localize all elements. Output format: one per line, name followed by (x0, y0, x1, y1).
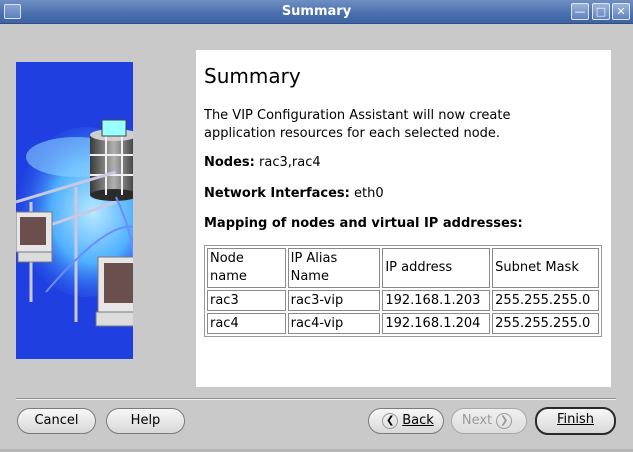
help-label: Help (130, 413, 161, 428)
minimize-icon[interactable]: — (571, 3, 589, 20)
next-button[interactable]: Next ❯ (451, 408, 527, 434)
finish-button[interactable]: Finish (535, 407, 616, 435)
cancel-label: Cancel (34, 413, 79, 428)
cancel-button[interactable]: Cancel (17, 408, 96, 434)
table-header-row: Node name IP Alias Name IP address Subne… (207, 248, 599, 288)
maximize-icon[interactable]: □ (592, 3, 610, 20)
nodes-label: Nodes: (204, 155, 255, 170)
mapping-title: Mapping of nodes and virtual IP addresse… (204, 216, 523, 231)
database-network-illustration (16, 62, 133, 359)
table-row: rac3 rac3-vip 192.168.1.203 255.255.255.… (207, 290, 599, 311)
page-title: Summary (204, 64, 301, 88)
table-cell: rac4 (207, 313, 286, 334)
table-cell: 192.168.1.204 (382, 313, 491, 334)
title-bar: Summary — □ ✕ (0, 0, 633, 24)
table-row: rac4 rac4-vip 192.168.1.204 255.255.255.… (207, 313, 599, 334)
nodes-line: Nodes: rac3,rac4 (204, 155, 321, 170)
chevron-right-icon: ❯ (496, 412, 513, 429)
button-separator (16, 398, 616, 400)
table-cell: rac3 (207, 290, 286, 311)
help-button[interactable]: Help (106, 408, 185, 434)
interfaces-line: Network Interfaces: eth0 (204, 186, 384, 201)
back-button[interactable]: ❮ Back (368, 408, 444, 434)
table-cell: 192.168.1.203 (382, 290, 491, 311)
nodes-value: rac3,rac4 (259, 155, 321, 170)
next-label: Next (461, 413, 493, 428)
interfaces-label: Network Interfaces: (204, 186, 350, 201)
table-cell: rac3-vip (287, 290, 381, 311)
summary-panel: Summary The VIP Configuration Assistant … (196, 50, 611, 387)
window-title: Summary (281, 4, 352, 19)
column-header-subnet-mask: Subnet Mask (492, 248, 599, 288)
summary-description: The VIP Configuration Assistant will now… (204, 108, 511, 141)
mapping-table: Node name IP Alias Name IP address Subne… (204, 245, 602, 337)
finish-label: Finish (556, 412, 594, 427)
chevron-left-icon: ❮ (382, 412, 399, 429)
table-cell: 255.255.255.0 (492, 290, 599, 311)
table-cell: rac4-vip (287, 313, 381, 334)
column-header-node-name: Node name (207, 248, 286, 288)
column-header-ip-alias: IP Alias Name (287, 248, 381, 288)
back-label: Back (402, 413, 434, 428)
close-icon[interactable]: ✕ (612, 3, 630, 20)
table-cell: 255.255.255.0 (492, 313, 599, 334)
interfaces-value: eth0 (354, 186, 384, 201)
column-header-ip-address: IP address (382, 248, 491, 288)
